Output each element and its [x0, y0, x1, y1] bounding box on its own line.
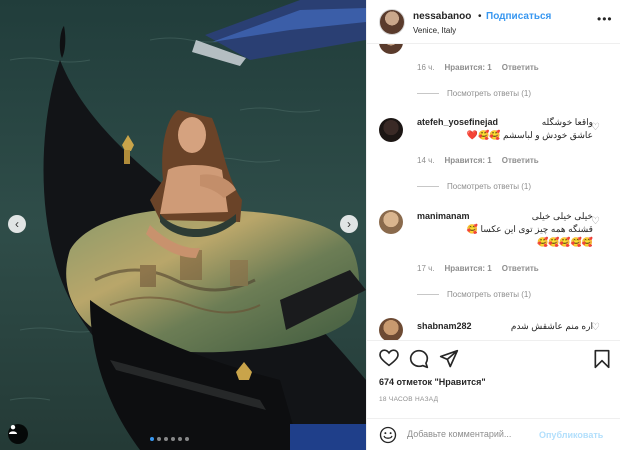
comment-username[interactable]: shabnam282 — [417, 320, 472, 333]
comment-likes[interactable]: Нравится: 1 — [445, 63, 492, 72]
comment-text-line: واقعا خوشگله — [541, 117, 593, 127]
post-time-ago: 18 ЧАСОВ НАЗАД — [379, 396, 439, 403]
view-replies-button[interactable]: Посмотреть ответы (1) — [417, 89, 531, 98]
replies-divider — [417, 186, 439, 187]
comment-meta: 17 ч. Нравится: 1 Ответить — [417, 264, 539, 273]
comment-like-icon[interactable]: ♡ — [591, 322, 600, 333]
comment-reply-button[interactable]: Ответить — [502, 63, 539, 72]
comment-like-icon[interactable]: ♡ — [591, 122, 600, 133]
comment-reply-button[interactable]: Ответить — [502, 156, 539, 165]
replies-divider — [417, 93, 439, 94]
heart-icon[interactable] — [379, 349, 399, 367]
comment-text-line: قشنگه همه چیز توی این عکسا 🥰 — [466, 224, 593, 234]
comment-avatar[interactable] — [379, 318, 403, 340]
bookmark-icon[interactable] — [593, 349, 611, 369]
comment-time: 17 ч. — [417, 264, 435, 273]
user-tag-icon — [9, 425, 17, 434]
comment-avatar[interactable] — [379, 118, 403, 142]
follow-separator: • — [478, 11, 482, 22]
gondola-scene — [0, 0, 366, 450]
comment-username[interactable]: atefeh_yosefinejad — [417, 116, 498, 129]
likes-count[interactable]: 674 отметок "Нравится" — [379, 377, 486, 387]
carousel-dot — [178, 437, 182, 441]
carousel-dot — [171, 437, 175, 441]
carousel-dot — [150, 437, 154, 441]
comment-text-line: عاشق خودش و لباسشم 🥰🥰❤️ — [466, 130, 593, 140]
owner-username[interactable]: nessabanoo — [413, 11, 471, 22]
comment-icon[interactable] — [409, 349, 429, 369]
comment-text-line: اره منم عاشقش شدم — [510, 321, 593, 331]
view-replies-label: Посмотреть ответы (1) — [447, 182, 532, 191]
comment-body: atefeh_yosefinejad واقعا خوشگله عاشق خود… — [417, 116, 593, 142]
paper-plane-icon[interactable] — [439, 349, 459, 369]
next-photo-button[interactable]: › — [340, 215, 358, 233]
add-comment-bar: Опубликовать — [367, 418, 620, 450]
carousel-dot — [157, 437, 161, 441]
comment-likes[interactable]: Нравится: 1 — [445, 264, 492, 273]
more-options-button[interactable]: ••• — [597, 12, 613, 26]
comment-avatar[interactable] — [379, 210, 403, 234]
comment-time: 16 ч. — [417, 63, 435, 72]
post-header: nessabanoo • Подписаться Venice, Italy •… — [367, 0, 620, 44]
smiley-icon[interactable] — [379, 426, 397, 444]
comment-avatar[interactable] — [379, 44, 403, 54]
view-replies-label: Посмотреть ответы (1) — [447, 89, 532, 98]
comment-username[interactable]: manimanam — [417, 210, 470, 223]
comment-time: 14 ч. — [417, 156, 435, 165]
comment-input[interactable] — [407, 425, 537, 443]
post-location[interactable]: Venice, Italy — [413, 26, 456, 35]
view-replies-button[interactable]: Посмотреть ответы (1) — [417, 182, 531, 191]
comment-body: manimanam خیلی خیلی خیلی قشنگه همه چیز ت… — [417, 210, 593, 249]
comment-meta: 14 ч. Нравится: 1 Ответить — [417, 156, 539, 165]
comments-list[interactable]: 16 ч. Нравится: 1 Ответить Посмотреть от… — [367, 44, 620, 340]
carousel-dot — [164, 437, 168, 441]
owner-avatar[interactable] — [379, 9, 405, 35]
chevron-left-icon: ‹ — [15, 217, 19, 231]
comment-meta: 16 ч. Нравится: 1 Ответить — [417, 63, 539, 72]
publish-button[interactable]: Опубликовать — [539, 430, 603, 440]
comment-text-line: خیلی خیلی خیلی — [531, 211, 593, 221]
comment-like-icon[interactable]: ♡ — [591, 216, 600, 227]
chevron-right-icon: › — [347, 217, 351, 231]
tagged-users-button[interactable] — [8, 424, 28, 444]
view-replies-button[interactable]: Посмотреть ответы (1) — [417, 290, 531, 299]
post-sidebar: nessabanoo • Подписаться Venice, Italy •… — [366, 0, 620, 450]
comment-likes[interactable]: Нравится: 1 — [445, 156, 492, 165]
post-photo[interactable]: ‹ › — [0, 0, 366, 450]
previous-photo-button[interactable]: ‹ — [8, 215, 26, 233]
follow-button[interactable]: Подписаться — [486, 11, 551, 22]
carousel-indicator — [150, 437, 189, 441]
post-actions: 674 отметок "Нравится" 18 ЧАСОВ НАЗАД — [367, 340, 620, 418]
view-replies-label: Посмотреть ответы (1) — [447, 290, 532, 299]
comment-reply-button[interactable]: Ответить — [502, 264, 539, 273]
comment-text-line: 🥰🥰🥰🥰🥰 — [536, 237, 593, 247]
comment-body: shabnam282 اره منم عاشقش شدم — [417, 320, 593, 333]
replies-divider — [417, 294, 439, 295]
carousel-dot — [185, 437, 189, 441]
